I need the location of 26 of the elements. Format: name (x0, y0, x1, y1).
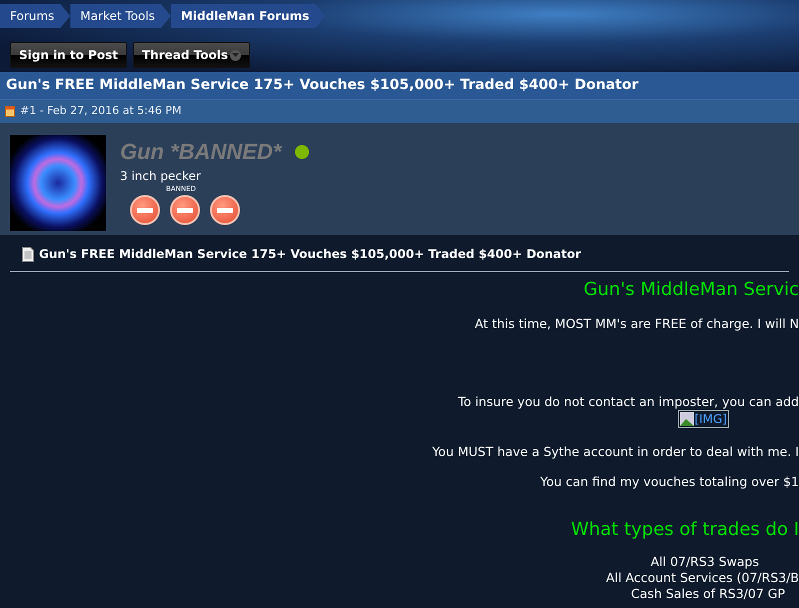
document-icon (22, 246, 34, 262)
breadcrumb-link[interactable]: MiddleMan Forums (170, 4, 326, 28)
no-entry-badge-icon (170, 195, 200, 225)
body-text: To insure you do not contact an imposter, you can add (458, 394, 799, 410)
body-text: You can find my vouches totaling over $1 (540, 474, 799, 490)
body-text: All 07/RS3 Swaps (650, 554, 759, 570)
toolbar-button[interactable]: Thread Tools (132, 42, 250, 68)
post-icon (5, 106, 15, 117)
section-heading: What types of trades do I (571, 518, 799, 542)
section-heading: Gun's MiddleMan Servic (584, 278, 799, 302)
dropdown-caret-icon (230, 50, 241, 60)
toolbar-button[interactable]: Sign in to Post (10, 42, 127, 68)
body-text: At this time, MOST MM's are FREE of charge. I will N (474, 316, 799, 332)
body-text: All Account Services (07/RS3/B (606, 570, 799, 586)
thread-title: Gun's FREE MiddleMan Service 175+ Vouches $105,000+ Traded $400+ Donator (0, 72, 799, 100)
post-title: Gun's FREE MiddleMan Service 175+ Vouches $105,000+ Traded $400+ Donator (39, 246, 582, 263)
no-entry-badge-icon (130, 195, 160, 225)
post-number: #1 - Feb 27, 2016 at 5:46 PM (20, 103, 182, 120)
user-title: 3 inch pecker (120, 168, 202, 185)
body-text: You MUST have a Sythe account in order to deal with me. I (432, 444, 799, 460)
breadcrumb-link[interactable]: Market Tools (70, 4, 171, 28)
image-icon (680, 412, 694, 426)
breadcrumb-link[interactable]: Forums (0, 4, 70, 28)
no-entry-badge-icon (210, 195, 240, 225)
broken-image: [IMG] (678, 410, 729, 428)
body-text: Cash Sales of RS3/07 GP (631, 586, 785, 602)
